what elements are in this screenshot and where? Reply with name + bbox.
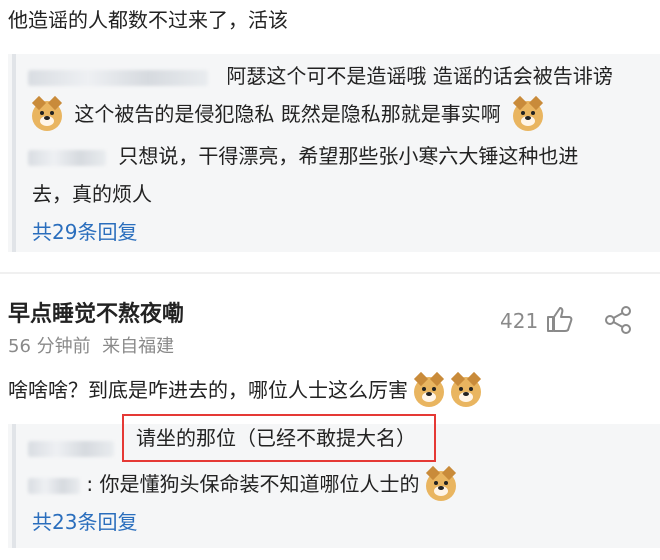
doge-emoji-icon <box>31 95 63 131</box>
comment-text: 他造谣的人都数不过来了，活该 <box>8 8 288 32</box>
blurred-username <box>28 149 106 166</box>
reply-text: 这个被告的是侵犯隐私 既然是隐私那就是事实啊 <box>74 102 501 126</box>
reply-item[interactable] <box>28 438 114 457</box>
username[interactable]: 早点睡觉不熬夜嘞 <box>8 300 184 330</box>
doge-emoji-icon <box>414 371 445 407</box>
reply-box-border <box>12 54 16 252</box>
doge-emoji-icon <box>425 465 456 501</box>
reply-text: 请坐的那位（已经不敢提大名） <box>136 426 416 450</box>
reply-item[interactable]: : 你是懂狗头保命装不知道哪位人士的 <box>28 465 456 501</box>
doge-emoji-icon <box>513 95 544 131</box>
reply-item[interactable]: 阿瑟这个可不是造谣哦 造谣的话会被告诽谤 <box>28 62 613 90</box>
comment-text-row: 啥啥啥？到底是咋进去的，哪位人士这么厉害 <box>8 371 481 407</box>
doge-emoji-icon <box>450 371 481 407</box>
reply-item[interactable]: 这个被告的是侵犯隐私 既然是隐私那就是事实啊 <box>31 95 544 131</box>
blurred-username <box>28 477 80 494</box>
reply-item[interactable]: 只想说，干得漂亮，希望那些张小寒六大锤这种也进 <box>28 142 578 170</box>
reply-text: : 你是懂狗头保命装不知道哪位人士的 <box>86 472 420 496</box>
reply-text: 只想说，干得漂亮，希望那些张小寒六大锤这种也进 <box>118 144 579 168</box>
reply-text-continued: 去，真的烦人 <box>32 182 152 206</box>
divider <box>0 272 660 274</box>
blurred-username <box>28 440 114 457</box>
comment-text: 啥啥啥？到底是咋进去的，哪位人士这么厉害 <box>8 378 408 402</box>
reply-box-border <box>12 424 16 548</box>
highlighted-reply[interactable]: 请坐的那位（已经不敢提大名） <box>122 414 436 462</box>
like-count: 421 <box>500 309 539 333</box>
comment-meta: 56 分钟前 来自福建 <box>8 336 175 357</box>
share-icon[interactable] <box>602 304 634 336</box>
blurred-username <box>28 69 208 86</box>
thumbs-up-icon[interactable] <box>544 304 574 334</box>
reply-count-link[interactable]: 共29条回复 <box>32 218 137 246</box>
reply-count-link[interactable]: 共23条回复 <box>32 508 137 536</box>
reply-text: 阿瑟这个可不是造谣哦 造谣的话会被告诽谤 <box>226 64 613 88</box>
